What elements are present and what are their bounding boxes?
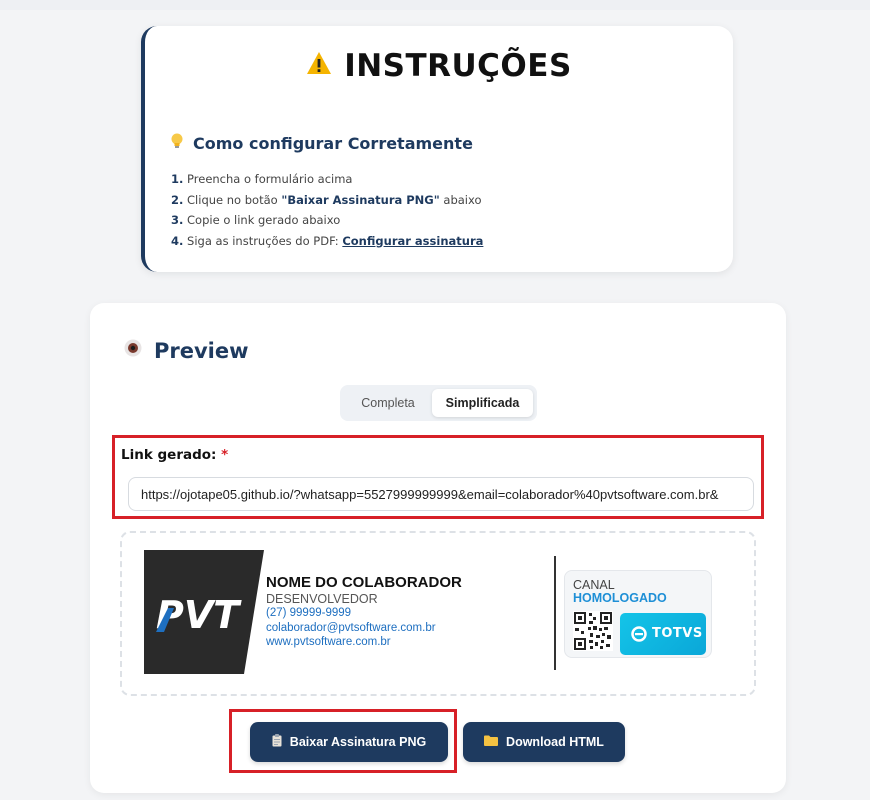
preview-title: Preview (154, 339, 249, 363)
download-html-button[interactable]: Download HTML (463, 722, 625, 762)
instructions-title: INSTRUÇÕES (344, 48, 572, 84)
step-text: Preencha o formulário acima (183, 172, 353, 186)
warning-icon (306, 47, 332, 83)
step-item: 4. Siga as instruções do PDF: Configurar… (171, 231, 483, 252)
step-text: abaixo (439, 192, 482, 207)
signature-website: www.pvtsoftware.com.br (266, 636, 391, 648)
link-label-text: Link gerado: (121, 447, 217, 463)
homologado-label: HOMOLOGADO (573, 591, 667, 605)
qr-code-icon (573, 611, 613, 651)
instructions-subtitle-row: Como configurar Corretamente (171, 133, 473, 155)
step-item: 1. Preencha o formulário acima (171, 169, 483, 190)
instructions-subtitle: Como configurar Corretamente (193, 134, 473, 153)
step-emphasis: "Baixar Assinatura PNG" (281, 192, 440, 207)
lightbulb-icon (171, 133, 183, 153)
step-text: Copie o link gerado abaixo (183, 213, 341, 227)
preview-mode-toggle: Completa Simplificada (340, 385, 537, 421)
totvs-mark-icon (631, 626, 647, 642)
totvs-text: TOTVS (652, 626, 703, 641)
signature-email: colaborador@pvtsoftware.com.br (266, 622, 436, 634)
preview-card: Preview Completa Simplificada Link gerad… (90, 303, 786, 793)
instructions-steps: 1. Preencha o formulário acima 2. Clique… (171, 169, 483, 251)
generated-link-section: Link gerado: * (112, 435, 764, 519)
email-signature: PVT NOME DO COLABORADOR DESENVOLVEDOR (2… (144, 550, 732, 674)
canal-homologado-badge: CANAL HOMOLOGADO TOTVS (564, 570, 712, 658)
step-item: 2. Clique no botão "Baixar Assinatura PN… (171, 190, 483, 211)
instructions-card: INSTRUÇÕES Como configurar Corretamente … (141, 26, 733, 272)
clipboard-icon (272, 734, 282, 750)
download-png-button[interactable]: Baixar Assinatura PNG (250, 722, 448, 762)
instructions-heading: INSTRUÇÕES (145, 48, 733, 86)
signature-divider (554, 556, 556, 670)
step-item: 3. Copie o link gerado abaixo (171, 210, 483, 231)
signature-name: NOME DO COLABORADOR (266, 574, 462, 591)
canal-label: CANAL (573, 578, 615, 592)
signature-preview-area: PVT NOME DO COLABORADOR DESENVOLVEDOR (2… (120, 531, 756, 696)
pvt-logo: PVT (144, 550, 264, 674)
configure-signature-link[interactable]: Configurar assinatura (342, 234, 483, 248)
eye-icon (124, 338, 142, 362)
download-html-label: Download HTML (506, 735, 604, 749)
totvs-logo: TOTVS (620, 613, 706, 655)
step-text: Clique no botão (183, 192, 282, 207)
step-number: 3. (171, 213, 184, 227)
folder-icon (484, 735, 499, 749)
required-mark: * (221, 447, 229, 463)
step-number: 4. (171, 233, 184, 248)
tab-completa[interactable]: Completa (344, 389, 432, 417)
top-band (0, 0, 870, 10)
preview-heading: Preview (124, 339, 249, 364)
download-png-label: Baixar Assinatura PNG (289, 735, 427, 749)
step-number: 2. (171, 192, 184, 207)
generated-link-label: Link gerado: * (121, 447, 228, 463)
step-number: 1. (171, 172, 184, 186)
tab-simplificada[interactable]: Simplificada (432, 389, 533, 417)
step-text: Siga as instruções do PDF: (183, 233, 343, 248)
signature-role: DESENVOLVEDOR (266, 592, 378, 606)
signature-phone: (27) 99999-9999 (266, 607, 352, 619)
generated-link-input[interactable] (128, 477, 754, 511)
